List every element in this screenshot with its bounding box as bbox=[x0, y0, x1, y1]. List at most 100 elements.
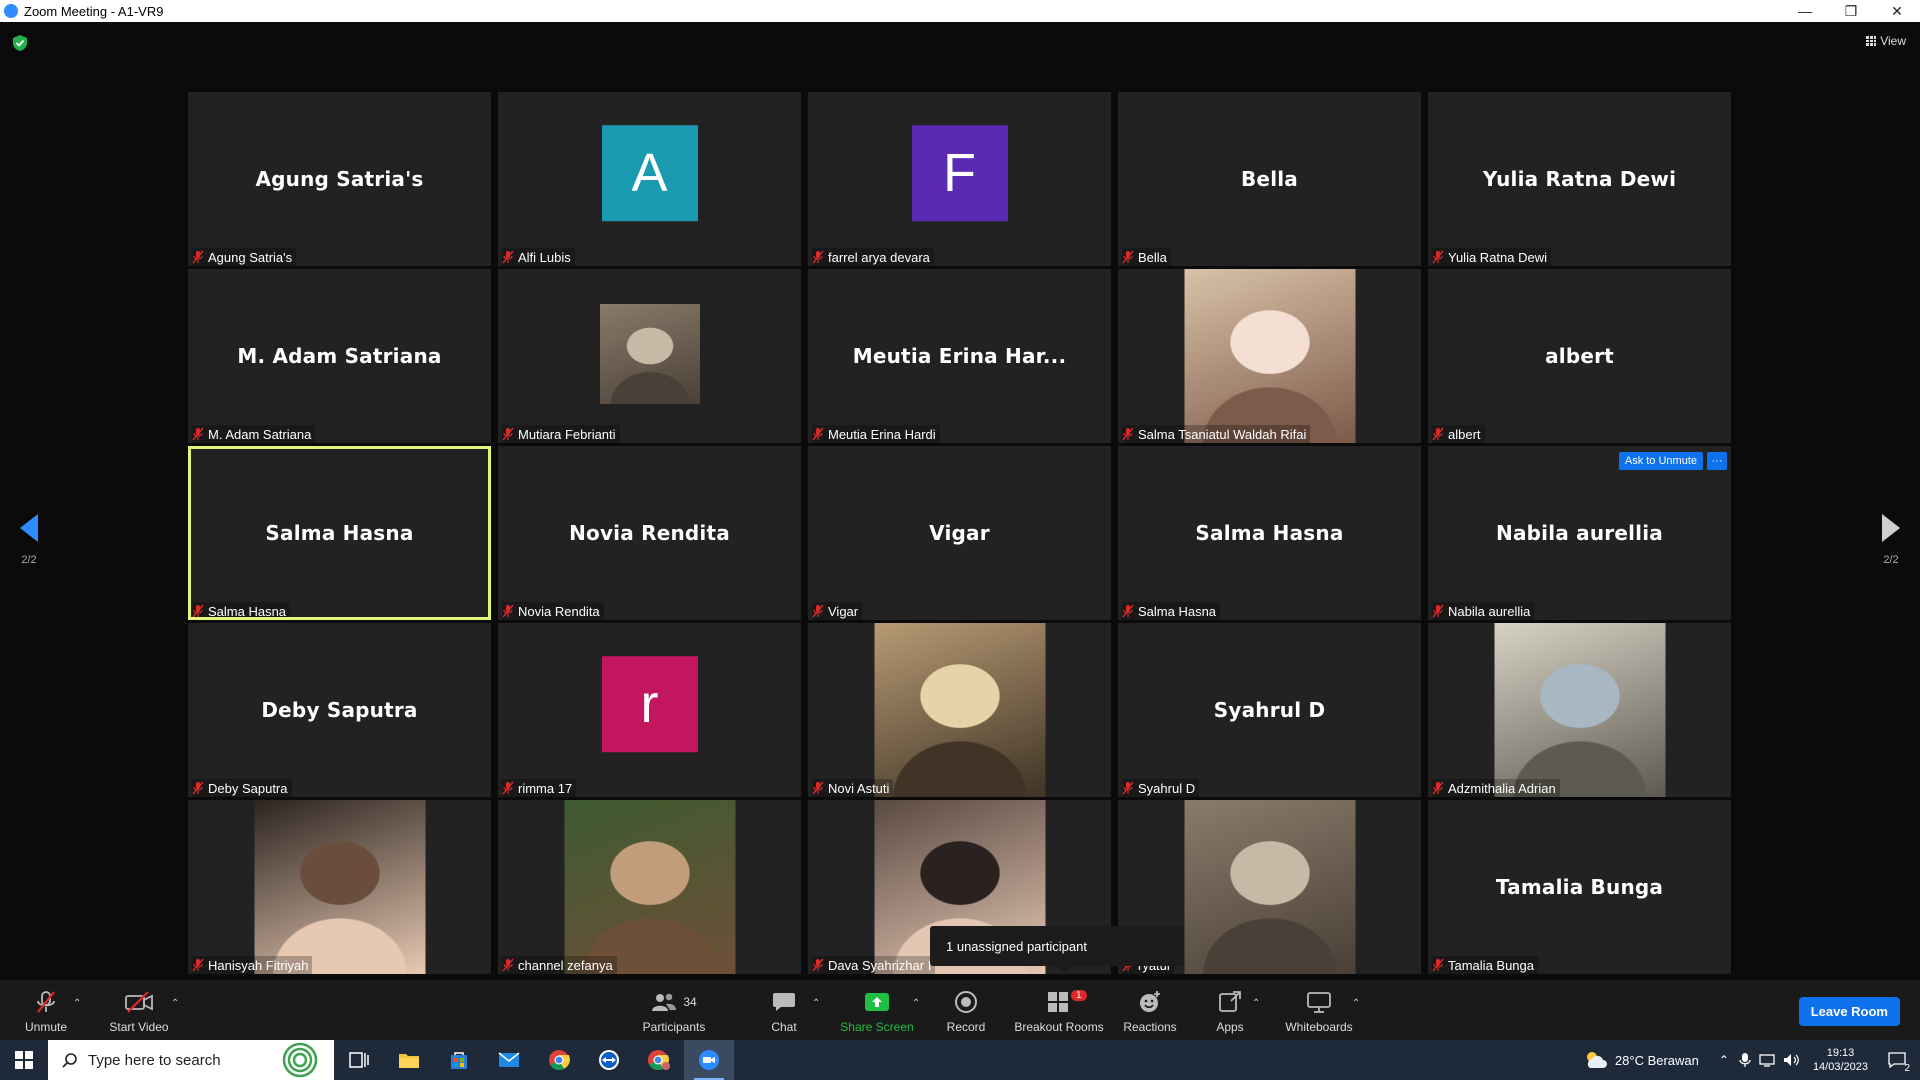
minimize-button[interactable]: — bbox=[1782, 0, 1828, 22]
page-indicator-left: 2/2 bbox=[21, 554, 37, 566]
microphone-muted-icon bbox=[192, 781, 204, 795]
weather-text[interactable]: 28°C Berawan bbox=[1615, 1053, 1699, 1068]
participant-tile[interactable]: Mutiara Febrianti bbox=[498, 269, 801, 443]
whiteboard-options-caret-icon[interactable]: ⌃ bbox=[1352, 998, 1360, 1009]
participant-tile[interactable]: Salma Hasna Salma Hasna bbox=[188, 446, 491, 620]
participant-name-label: Hanisyah Fitriyah bbox=[208, 957, 309, 973]
participant-tile[interactable]: Yulia Ratna Dewi Yulia Ratna Dewi bbox=[1428, 92, 1731, 266]
share-screen-icon bbox=[865, 993, 889, 1011]
teamviewer-button[interactable] bbox=[584, 1040, 634, 1080]
leave-room-button[interactable]: Leave Room bbox=[1798, 997, 1900, 1026]
clock[interactable]: 19:13 14/03/2023 bbox=[1813, 1046, 1868, 1074]
encryption-shield-icon[interactable] bbox=[12, 34, 28, 52]
window-titlebar: Zoom Meeting - A1-VR9 — ❐ ✕ bbox=[0, 0, 1920, 22]
file-explorer-button[interactable] bbox=[384, 1040, 434, 1080]
audio-options-caret-icon[interactable]: ⌃ bbox=[73, 998, 81, 1009]
chat-options-caret-icon[interactable]: ⌃ bbox=[812, 998, 820, 1009]
participant-tile[interactable]: M. Adam Satriana M. Adam Satriana bbox=[188, 269, 491, 443]
mail-button[interactable] bbox=[484, 1040, 534, 1080]
participant-nameplate: Deby Saputra bbox=[192, 779, 292, 797]
microphone-muted-icon bbox=[37, 991, 55, 1013]
participant-tile[interactable]: r rimma 17 bbox=[498, 623, 801, 797]
reactions-button[interactable]: Reactions bbox=[1123, 980, 1177, 1040]
apps-options-caret-icon[interactable]: ⌃ bbox=[1252, 998, 1260, 1009]
participant-tile[interactable]: Bella Bella bbox=[1118, 92, 1421, 266]
participant-display-name: Yulia Ratna Dewi bbox=[1482, 167, 1677, 191]
tooltip-text: 1 unassigned participant bbox=[946, 938, 1087, 954]
participant-nameplate: Salma Hasna bbox=[1122, 602, 1221, 620]
participant-nameplate: Hanisyah Fitriyah bbox=[192, 956, 313, 974]
participant-tile[interactable]: Ffarrel arya devara bbox=[808, 92, 1111, 266]
microphone-muted-icon bbox=[502, 427, 514, 441]
gallery-grid: Agung Satria's Agung Satria's A Alfi Lubis F… bbox=[188, 92, 1731, 974]
participant-tile[interactable]: Salma Tsaniatul Waldah Rifai bbox=[1118, 269, 1421, 443]
notification-count: 2 bbox=[1904, 1063, 1910, 1074]
participant-video bbox=[254, 800, 425, 974]
participants-label: Participants bbox=[642, 1020, 706, 1034]
volume-icon[interactable] bbox=[1783, 1053, 1801, 1067]
chat-button[interactable]: Chat bbox=[768, 980, 800, 1040]
restore-button[interactable]: ❐ bbox=[1828, 0, 1874, 22]
participant-tile[interactable]: Adzmithalia Adrian bbox=[1428, 623, 1731, 797]
chrome-button[interactable] bbox=[534, 1040, 584, 1080]
meeting-toolbar: Unmute ⌃ Start Video ⌃ 34 Participants C… bbox=[0, 980, 1920, 1040]
previous-page-button[interactable]: 2/2 bbox=[14, 514, 44, 566]
breakout-rooms-button[interactable]: 1 Breakout Rooms bbox=[1014, 980, 1104, 1040]
participant-tile[interactable]: albert albert bbox=[1428, 269, 1731, 443]
participant-tile[interactable]: Meutia Erina Har... Meutia Erina Hardi bbox=[808, 269, 1111, 443]
clock-date: 14/03/2023 bbox=[1812, 1061, 1868, 1073]
task-view-button[interactable] bbox=[334, 1040, 384, 1080]
microphone-muted-icon bbox=[192, 604, 204, 618]
participant-tile[interactable]: Nabila aurellia Nabila aurellia Ask to Unm… bbox=[1428, 446, 1731, 620]
show-hidden-icons-icon[interactable]: ⌃ bbox=[1719, 1053, 1729, 1067]
next-page-button[interactable]: 2/2 bbox=[1876, 514, 1906, 566]
close-window-button[interactable]: ✕ bbox=[1874, 0, 1920, 22]
participant-tile[interactable]: Hanisyah Fitriyah bbox=[188, 800, 491, 974]
participant-tile[interactable]: Vigar Vigar bbox=[808, 446, 1111, 620]
apps-icon bbox=[1219, 991, 1241, 1012]
participant-nameplate: Bella bbox=[1122, 248, 1171, 266]
participant-tile[interactable]: Novia Rendita Novia Rendita bbox=[498, 446, 801, 620]
clock-time: 19:13 bbox=[1826, 1047, 1855, 1059]
participant-tile[interactable]: Syahrul D Syahrul D bbox=[1118, 623, 1421, 797]
participant-tile[interactable]: Agung Satria's Agung Satria's bbox=[188, 92, 491, 266]
participant-tile[interactable]: Salma Hasna Salma Hasna bbox=[1118, 446, 1421, 620]
participant-tile[interactable]: channel zefanya bbox=[498, 800, 801, 974]
more-options-button[interactable]: ··· bbox=[1707, 452, 1727, 470]
unmute-button[interactable]: Unmute bbox=[20, 980, 72, 1040]
ask-to-unmute-button[interactable]: Ask to Unmute bbox=[1618, 452, 1703, 470]
participant-tile[interactable]: A Alfi Lubis bbox=[498, 92, 801, 266]
notifications-button[interactable]: 2 bbox=[1882, 1040, 1912, 1080]
participant-display-name: albert bbox=[1545, 344, 1614, 368]
participant-name-label: Vigar bbox=[828, 603, 859, 619]
participant-tile[interactable]: Tamalia Bunga Tamalia Bunga bbox=[1428, 800, 1731, 974]
participant-nameplate: farrel arya devara bbox=[812, 248, 934, 266]
participant-name-label: Adzmithalia Adrian bbox=[1448, 780, 1556, 796]
participant-nameplate: rimma 17 bbox=[502, 779, 577, 797]
participant-name-label: Alfi Lubis bbox=[518, 249, 571, 265]
microphone-tray-icon[interactable] bbox=[1739, 1052, 1751, 1068]
start-video-button[interactable]: Start Video bbox=[108, 980, 170, 1040]
apps-button[interactable]: Apps bbox=[1216, 980, 1244, 1040]
chrome-profile-button[interactable] bbox=[634, 1040, 684, 1080]
share-screen-button[interactable]: Share Screen bbox=[840, 980, 914, 1040]
taskbar-search[interactable]: Type here to search bbox=[48, 1040, 334, 1080]
video-options-caret-icon[interactable]: ⌃ bbox=[171, 998, 179, 1009]
share-options-caret-icon[interactable]: ⌃ bbox=[912, 998, 920, 1009]
participant-tile[interactable]: Deby Saputra Deby Saputra bbox=[188, 623, 491, 797]
record-button[interactable]: Record bbox=[944, 980, 988, 1040]
microphone-muted-icon bbox=[502, 781, 514, 795]
participant-name-label: rimma 17 bbox=[518, 780, 573, 796]
store-button[interactable] bbox=[434, 1040, 484, 1080]
weather-cloud-icon[interactable] bbox=[1583, 1049, 1609, 1071]
start-button[interactable] bbox=[0, 1040, 48, 1080]
view-button[interactable]: View bbox=[1866, 34, 1906, 48]
network-icon[interactable] bbox=[1759, 1053, 1777, 1067]
participant-display-name: Bella bbox=[1240, 167, 1298, 191]
microphone-muted-icon bbox=[812, 604, 824, 618]
participants-button[interactable]: 34 Participants bbox=[642, 980, 706, 1040]
participant-name-label: channel zefanya bbox=[518, 957, 613, 973]
whiteboards-button[interactable]: Whiteboards bbox=[1284, 980, 1354, 1040]
zoom-taskbar-button[interactable] bbox=[684, 1040, 734, 1080]
participant-tile[interactable]: Novi Astuti bbox=[808, 623, 1111, 797]
